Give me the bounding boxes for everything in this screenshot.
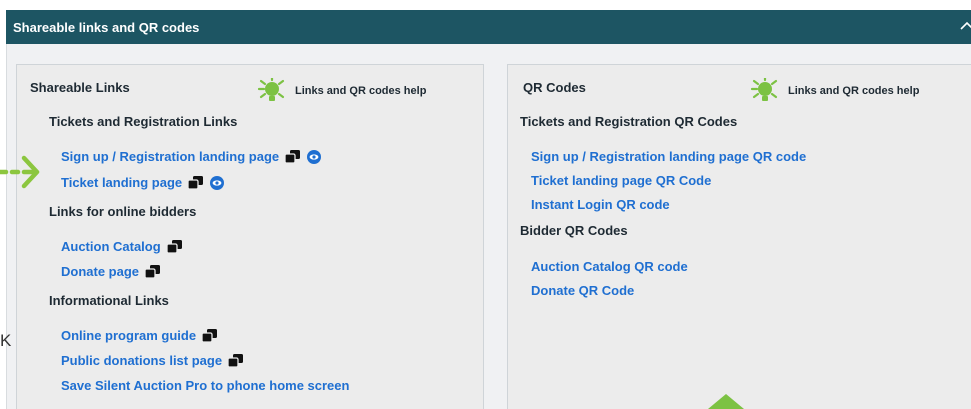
copy-icon[interactable] — [188, 175, 204, 190]
link-row-donate: Donate page — [61, 264, 161, 279]
auction-catalog-qr-link[interactable]: Auction Catalog QR code — [531, 259, 688, 274]
program-guide-link[interactable]: Online program guide — [61, 328, 196, 343]
arrow-up-icon — [708, 394, 744, 409]
signup-landing-link[interactable]: Sign up / Registration landing page — [61, 149, 279, 164]
link-row-home-screen: Save Silent Auction Pro to phone home sc… — [61, 378, 349, 393]
qr-help-label: Links and QR codes help — [788, 85, 920, 97]
qr-help[interactable]: Links and QR codes help — [749, 78, 919, 104]
copy-icon[interactable] — [202, 328, 218, 343]
qr-codes-title: QR Codes — [523, 80, 586, 95]
section-title-tickets: Tickets and Registration Links — [49, 114, 238, 129]
link-row-ticket: Ticket landing page — [61, 175, 225, 190]
links-help-label: Links and QR codes help — [295, 85, 427, 97]
ticket-qr-link[interactable]: Ticket landing page QR Code — [531, 173, 711, 188]
link-row-donations-list: Public donations list page — [61, 353, 244, 368]
copy-icon[interactable] — [145, 264, 161, 279]
auction-catalog-link[interactable]: Auction Catalog — [61, 239, 161, 254]
chevron-up-icon[interactable] — [959, 19, 971, 33]
arrow-right-icon — [0, 155, 40, 189]
lightbulb-icon — [750, 78, 778, 101]
links-help[interactable]: Links and QR codes help — [256, 78, 426, 104]
ticket-landing-link[interactable]: Ticket landing page — [61, 175, 182, 190]
lightbulb-icon — [257, 78, 285, 101]
section-header[interactable]: Shareable links and QR codes — [6, 10, 971, 44]
section-title-online-bidders: Links for online bidders — [49, 204, 197, 219]
donate-qr-link[interactable]: Donate QR Code — [531, 283, 634, 298]
link-row-program-guide: Online program guide — [61, 328, 218, 343]
section-title-informational: Informational Links — [49, 293, 169, 308]
eye-icon[interactable] — [210, 175, 225, 190]
shareable-links-title: Shareable Links — [30, 80, 130, 95]
section-title-tickets-qr: Tickets and Registration QR Codes — [520, 114, 738, 129]
donations-list-link[interactable]: Public donations list page — [61, 353, 222, 368]
signup-qr-link[interactable]: Sign up / Registration landing page QR c… — [531, 149, 806, 164]
section-title-bidder-qr: Bidder QR Codes — [520, 223, 628, 238]
section-title: Shareable links and QR codes — [13, 19, 200, 35]
eye-icon[interactable] — [307, 149, 322, 164]
instant-login-qr-link[interactable]: Instant Login QR code — [531, 197, 670, 212]
copy-icon[interactable] — [285, 149, 301, 164]
copy-icon[interactable] — [228, 353, 244, 368]
home-screen-link[interactable]: Save Silent Auction Pro to phone home sc… — [61, 378, 349, 393]
donate-page-link[interactable]: Donate page — [61, 264, 139, 279]
copy-icon[interactable] — [166, 239, 183, 254]
link-row-signup: Sign up / Registration landing page — [61, 149, 322, 164]
stray-text: K — [0, 331, 12, 350]
link-row-auction-catalog: Auction Catalog — [61, 239, 183, 254]
